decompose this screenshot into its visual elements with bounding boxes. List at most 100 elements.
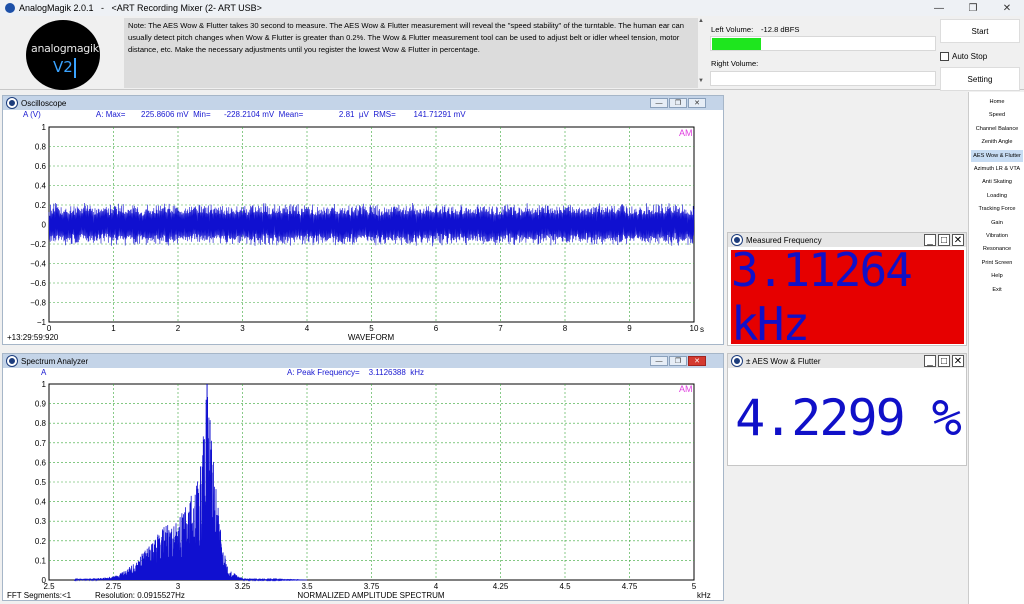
scroll-up-icon[interactable]: ▲	[698, 18, 704, 24]
close-button[interactable]: ✕	[952, 355, 964, 367]
x-unit-label: s	[700, 325, 704, 334]
y-tick-label: 0.5	[35, 478, 47, 487]
minimize-button[interactable]: _	[924, 355, 936, 367]
app-window: AnalogMagik 2.0.1 - <ART Recording Mixer…	[0, 0, 1024, 604]
y-tick-label: 0.2	[35, 537, 47, 546]
y-tick-label: 0.1	[35, 556, 47, 565]
spectrum-peak-info: A: Peak Frequency= 3.1126388 kHz	[287, 368, 425, 377]
x-tick-label: 7	[498, 324, 503, 333]
y-tick-label: 0.2	[35, 201, 47, 210]
start-button[interactable]: Start	[940, 19, 1020, 43]
x-tick-label: 3.25	[235, 582, 251, 591]
y-tick-label: 0.9	[35, 400, 47, 409]
left-volume-value: -12.8 dBFS	[761, 25, 800, 34]
timestamp: +13:29:59:920	[7, 333, 59, 342]
close-button[interactable]: ✕	[990, 0, 1024, 16]
x-tick-label: 3	[240, 324, 245, 333]
logo-version: V2	[53, 58, 73, 76]
fft-segments: FFT Segments:<1	[7, 591, 72, 600]
spectrum-window: Spectrum Analyzer — ❐ ✕ 2.5 2.75 3 3.25 3.5 3…	[2, 353, 724, 601]
y-tick-label: 0.8	[35, 419, 47, 428]
y-tick-label: 0.6	[35, 458, 47, 467]
y-tick-label: 1	[42, 123, 47, 132]
x-tick-label: 4.75	[622, 582, 638, 591]
y-tick-label: 0.4	[35, 182, 47, 191]
measured-frequency-value: 3.11264 kHz	[731, 243, 964, 351]
minimize-button[interactable]: —	[922, 0, 956, 16]
y-tick-label: −0.4	[30, 260, 46, 269]
measured-frequency-window: Measured Frequency _ □ ✕ 3.11264 kHz	[727, 232, 967, 351]
nav-item-loading[interactable]: Loading	[971, 190, 1023, 202]
y-tick-label: 0.8	[35, 143, 47, 152]
logo-accent	[74, 58, 76, 78]
oscilloscope-plot: 0 1 2 3 4 5 6 7 8 9 10 1 0.8 0.6 0.4 0.2 0 −0.2 −0.4 −0.6 −0…	[7, 123, 704, 342]
right-volume-label: Right Volume:	[711, 59, 759, 68]
y-tick-label: 0.4	[35, 498, 47, 507]
right-volume-meter	[710, 71, 936, 86]
y-tick-label: 0	[42, 221, 47, 230]
y-tick-label: −0.6	[30, 279, 46, 288]
x-tick-label: 3.5	[301, 582, 313, 591]
left-volume-meter	[710, 36, 936, 51]
logo-text: analogmagik	[31, 42, 99, 55]
x-tick-label: 2	[176, 324, 181, 333]
nav-item-channel-balance[interactable]: Channel Balance	[971, 123, 1023, 135]
wow-flutter-controls: _ □ ✕	[922, 355, 964, 367]
x-tick-label: 3	[176, 582, 181, 591]
x-axis-label: NORMALIZED AMPLITUDE SPECTRUM	[297, 591, 444, 600]
app-icon	[5, 3, 15, 13]
setting-button[interactable]: Setting	[940, 67, 1020, 91]
nav-item-anti-skating[interactable]: Anti Skating	[971, 176, 1023, 188]
x-tick-label: 1	[111, 324, 116, 333]
x-tick-label: 4.25	[493, 582, 509, 591]
nav-item-aes-wow-flutter[interactable]: AES Wow & Flutter	[971, 149, 1023, 162]
checkbox-icon[interactable]	[940, 51, 949, 61]
y-tick-label: −1	[37, 318, 47, 327]
am-label: AM	[679, 128, 693, 138]
maximize-button[interactable]: □	[938, 355, 950, 367]
y-tick-label: 0.7	[35, 439, 47, 448]
x-tick-label: 9	[627, 324, 632, 333]
nav-item-speed[interactable]: Speed	[971, 109, 1023, 121]
nav-item-home[interactable]: Home	[971, 96, 1023, 108]
wow-flutter-window: ± AES Wow & Flutter _ □ ✕ 4.2299 %	[727, 353, 967, 466]
logo: analogmagik V2	[26, 20, 100, 90]
oscilloscope-window: Oscilloscope — ❐ ✕ 0 1 2 3 4 5 6 7 8 9 10 1 0.8 0.6 0.…	[2, 95, 724, 345]
left-volume-fill	[712, 38, 761, 50]
nav-item-print-screen[interactable]: Print Screen	[971, 257, 1023, 269]
x-tick-label: 8	[563, 324, 568, 333]
y-tick-label: 0	[42, 576, 47, 585]
wow-flutter-title: ± AES Wow & Flutter	[746, 356, 821, 366]
maximize-button[interactable]: ❐	[956, 0, 990, 16]
wow-flutter-value: 4.2299 %	[731, 371, 964, 465]
resolution: Resolution: 0.0915527Hz	[95, 591, 185, 600]
x-unit-label: kHz	[697, 591, 711, 600]
x-tick-label: 4	[305, 324, 310, 333]
measurement-note: Note: The AES Wow & Flutter takes 30 sec…	[124, 18, 698, 88]
window-controls: — ❐ ✕	[922, 0, 1024, 16]
app-title: AnalogMagik 2.0.1 - <ART Recording Mixer…	[19, 3, 262, 13]
nav-item-azimuth-lr-vta[interactable]: Azimuth LR & VTA	[971, 163, 1023, 175]
note-scrollbar[interactable]: ▲ ▼	[698, 16, 708, 88]
auto-stop-checkbox[interactable]: Auto Stop	[940, 50, 987, 62]
nav-item-zenith-angle[interactable]: Zenith Angle	[971, 136, 1023, 148]
wow-flutter-titlebar[interactable]: ± AES Wow & Flutter _ □ ✕	[728, 354, 966, 368]
x-axis-label: WAVEFORM	[348, 333, 395, 342]
nav-item-resonance[interactable]: Resonance	[971, 243, 1023, 255]
oscilloscope-stats: A (V) A: Max= 225.8606 mV Min= -228.2104…	[23, 110, 466, 119]
y-tick-label: −0.2	[30, 240, 46, 249]
nav-item-help[interactable]: Help	[971, 270, 1023, 282]
y-tick-label: −0.8	[30, 299, 46, 308]
side-nav: Home Speed Channel Balance Zenith Angle AES …	[968, 92, 1024, 604]
x-tick-label: 0	[47, 324, 52, 333]
nav-item-tracking-force[interactable]: Tracking Force	[971, 203, 1023, 215]
y-tick-label: 0.6	[35, 162, 47, 171]
x-tick-label: 4.5	[559, 582, 571, 591]
nav-item-vibration[interactable]: Vibration	[971, 230, 1023, 242]
nav-item-gain[interactable]: Gain	[971, 217, 1023, 229]
scroll-down-icon[interactable]: ▼	[698, 78, 704, 84]
nav-item-exit[interactable]: Exit	[971, 284, 1023, 296]
title-bar: AnalogMagik 2.0.1 - <ART Recording Mixer…	[0, 0, 1024, 16]
x-tick-label: 6	[434, 324, 439, 333]
x-tick-label: 2.75	[106, 582, 122, 591]
